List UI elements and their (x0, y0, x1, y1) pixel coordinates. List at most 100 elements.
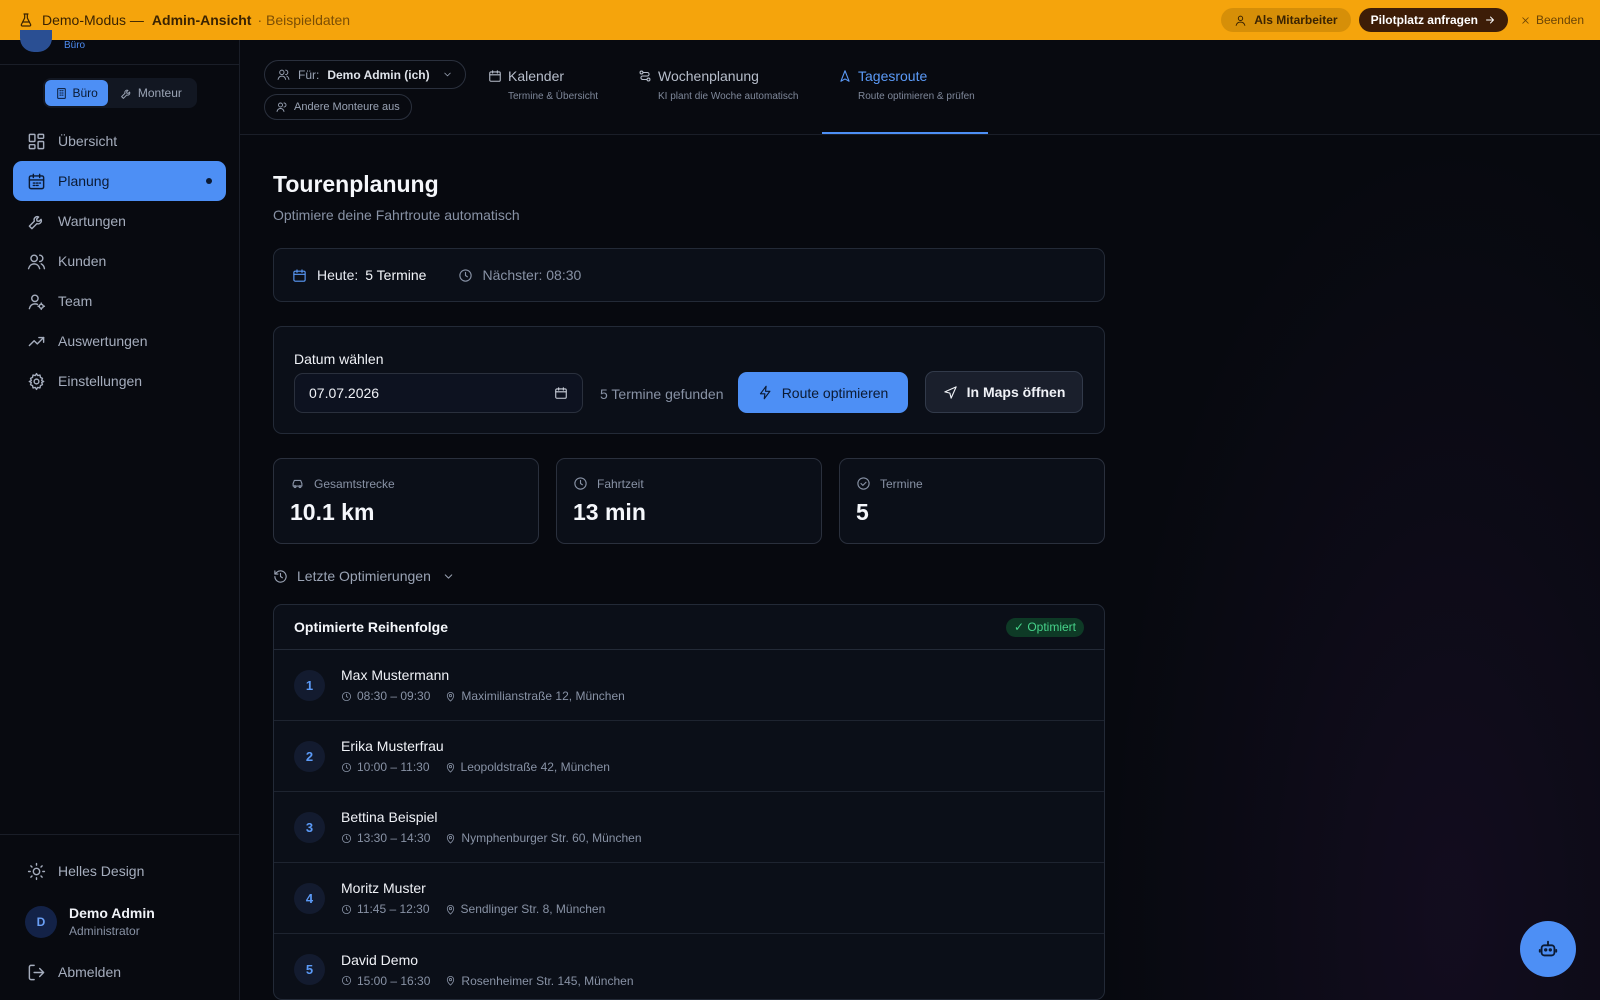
pilot-request-button[interactable]: Pilotplatz anfragen (1358, 8, 1508, 32)
as-employee-label: Als Mitarbeiter (1254, 13, 1338, 27)
sidebar-item-overview[interactable]: Übersicht (13, 121, 226, 161)
background-glow (1105, 135, 1600, 1000)
mode-fitter-label: Monteur (137, 86, 182, 100)
optimize-route-button[interactable]: Route optimieren (738, 372, 908, 413)
sidebar-item-customers[interactable]: Kunden (13, 241, 226, 281)
other-fitters-label: Andere Monteure aus (294, 101, 400, 113)
sidebar-item-label: Team (58, 293, 93, 309)
list-item[interactable]: 2 Erika Musterfrau 10:00 – 11:30 Leopold… (274, 721, 1104, 792)
history-icon (274, 569, 287, 583)
sidebar-item-reports[interactable]: Auswertungen (13, 321, 226, 361)
active-tab-indicator (822, 132, 988, 134)
clock-icon (341, 975, 352, 986)
sidebar: Büro Büro Monteur Übersicht Planung Wart… (0, 30, 240, 1000)
check-circle-icon (857, 477, 870, 490)
users-icon (277, 69, 290, 80)
stat-label: Gesamtstrecke (314, 476, 395, 491)
sidebar-item-label: Einstellungen (58, 373, 143, 389)
date-picker-card: Datum wählen 07.07.2026 5 Termine gefund… (273, 326, 1105, 434)
next-appointment-text: Nächster: 08:30 (482, 267, 582, 283)
sidebar-item-planning[interactable]: Planung (13, 161, 226, 201)
stat-value: 10.1 km (290, 499, 375, 525)
building-icon (56, 87, 66, 99)
arrow-right-icon (1486, 16, 1494, 24)
tab-calendar[interactable]: Kalender Termine & Übersicht (488, 68, 598, 102)
list-item[interactable]: 5 David Demo 15:00 – 16:30 Rosenheimer S… (274, 934, 1104, 999)
gear-icon (28, 372, 45, 390)
assistant-button[interactable] (1520, 921, 1576, 977)
mode-office-label: Büro (72, 86, 98, 100)
sidebar-item-team[interactable]: Team (13, 281, 226, 321)
tab-title: Kalender (508, 68, 565, 84)
map-pin-icon (447, 691, 455, 701)
stat-label: Termine (880, 476, 923, 491)
clock-icon (459, 268, 473, 282)
user-profile[interactable]: D Demo Admin Administrator (13, 891, 227, 952)
stop-customer: Moritz Muster (341, 880, 426, 896)
calendar-icon (489, 70, 501, 82)
page-title: Tourenplanung (273, 171, 439, 197)
for-user-select[interactable]: Für: Demo Admin (ich) (264, 60, 466, 89)
stop-address: Nymphenburger Str. 60, München (461, 831, 642, 845)
list-item[interactable]: 4 Moritz Muster 11:45 – 12:30 Sendlinger… (274, 863, 1104, 934)
brand-subtitle: Büro (64, 40, 86, 51)
stat-value: 5 (856, 499, 869, 525)
banner-mode: Demo-Modus — (42, 12, 144, 28)
list-item[interactable]: 3 Bettina Beispiel 13:30 – 14:30 Nymphen… (274, 792, 1104, 863)
brand-area: Büro (0, 30, 239, 65)
end-demo-button[interactable]: Beenden (1520, 13, 1584, 27)
chevron-down-icon (444, 573, 453, 579)
stat-driving-time: Fahrtzeit 13 min (556, 458, 822, 544)
tab-subtitle: Termine & Übersicht (508, 91, 599, 102)
mode-fitter[interactable]: Monteur (110, 80, 192, 106)
stop-time: 13:30 – 14:30 (357, 831, 431, 845)
stop-time: 11:45 – 12:30 (357, 902, 430, 916)
theme-toggle[interactable]: Helles Design (13, 851, 227, 891)
mode-office[interactable]: Büro (44, 80, 108, 106)
optimize-route-label: Route optimieren (781, 384, 889, 401)
sidebar-item-label: Wartungen (58, 213, 126, 229)
users-icon (276, 102, 287, 112)
page-subtitle: Optimiere deine Fahrtroute automatisch (273, 207, 520, 223)
stop-address: Sendlinger Str. 8, München (460, 902, 606, 916)
sidebar-item-settings[interactable]: Einstellungen (13, 361, 226, 401)
stat-total-distance: Gesamtstrecke 10.1 km (273, 458, 539, 544)
recent-optimizations-toggle[interactable]: Letzte Optimierungen (273, 568, 455, 584)
stop-number: 4 (294, 882, 325, 914)
as-employee-button[interactable]: Als Mitarbeiter (1221, 8, 1351, 32)
tab-week-planning[interactable]: Wochenplanung KI plant die Woche automat… (638, 68, 798, 102)
tab-subtitle: KI plant die Woche automatisch (658, 91, 799, 102)
list-item[interactable]: 1 Max Mustermann 08:30 – 09:30 Maximilia… (274, 650, 1104, 721)
next-appointment: Nächster: 08:30 (458, 267, 581, 283)
planning-topbar: Für: Demo Admin (ich) Andere Monteure au… (240, 40, 1600, 135)
calendar-icon (293, 268, 306, 282)
avatar: D (25, 905, 57, 938)
other-fitters-toggle[interactable]: Andere Monteure aus (264, 94, 412, 120)
for-label: Für: (298, 67, 320, 82)
mode-switch: Büro Monteur (42, 78, 197, 108)
user-gear-icon (28, 293, 46, 310)
logout-button[interactable]: Abmelden (13, 952, 227, 992)
date-input[interactable]: 07.07.2026 (294, 373, 583, 413)
calendar-icon[interactable] (554, 386, 568, 400)
tab-day-route[interactable]: Tagesroute Route optimieren & prüfen (838, 68, 975, 102)
stat-appointments: Termine 5 (839, 458, 1105, 544)
user-name: Demo Admin (69, 905, 155, 921)
sidebar-item-label: Auswertungen (58, 333, 148, 349)
stop-time: 15:00 – 16:30 (357, 973, 431, 988)
stop-number: 1 (294, 669, 325, 701)
today-label: Heute: (317, 267, 359, 283)
sidebar-item-label: Übersicht (58, 133, 118, 149)
navigation-icon (943, 385, 957, 399)
stop-number: 3 (294, 811, 325, 843)
stop-customer: Bettina Beispiel (341, 809, 438, 825)
clock-icon (341, 762, 352, 772)
logout-label: Abmelden (58, 964, 122, 980)
sidebar-item-maintenance[interactable]: Wartungen (13, 201, 226, 241)
optimized-order-title: Optimierte Reihenfolge (294, 619, 449, 635)
stop-customer: David Demo (341, 951, 419, 968)
open-in-maps-button[interactable]: In Maps öffnen (925, 371, 1083, 413)
lightning-icon (759, 385, 771, 400)
stop-customer: Max Mustermann (341, 667, 450, 683)
banner-sample: · Beispieldaten (257, 12, 351, 28)
